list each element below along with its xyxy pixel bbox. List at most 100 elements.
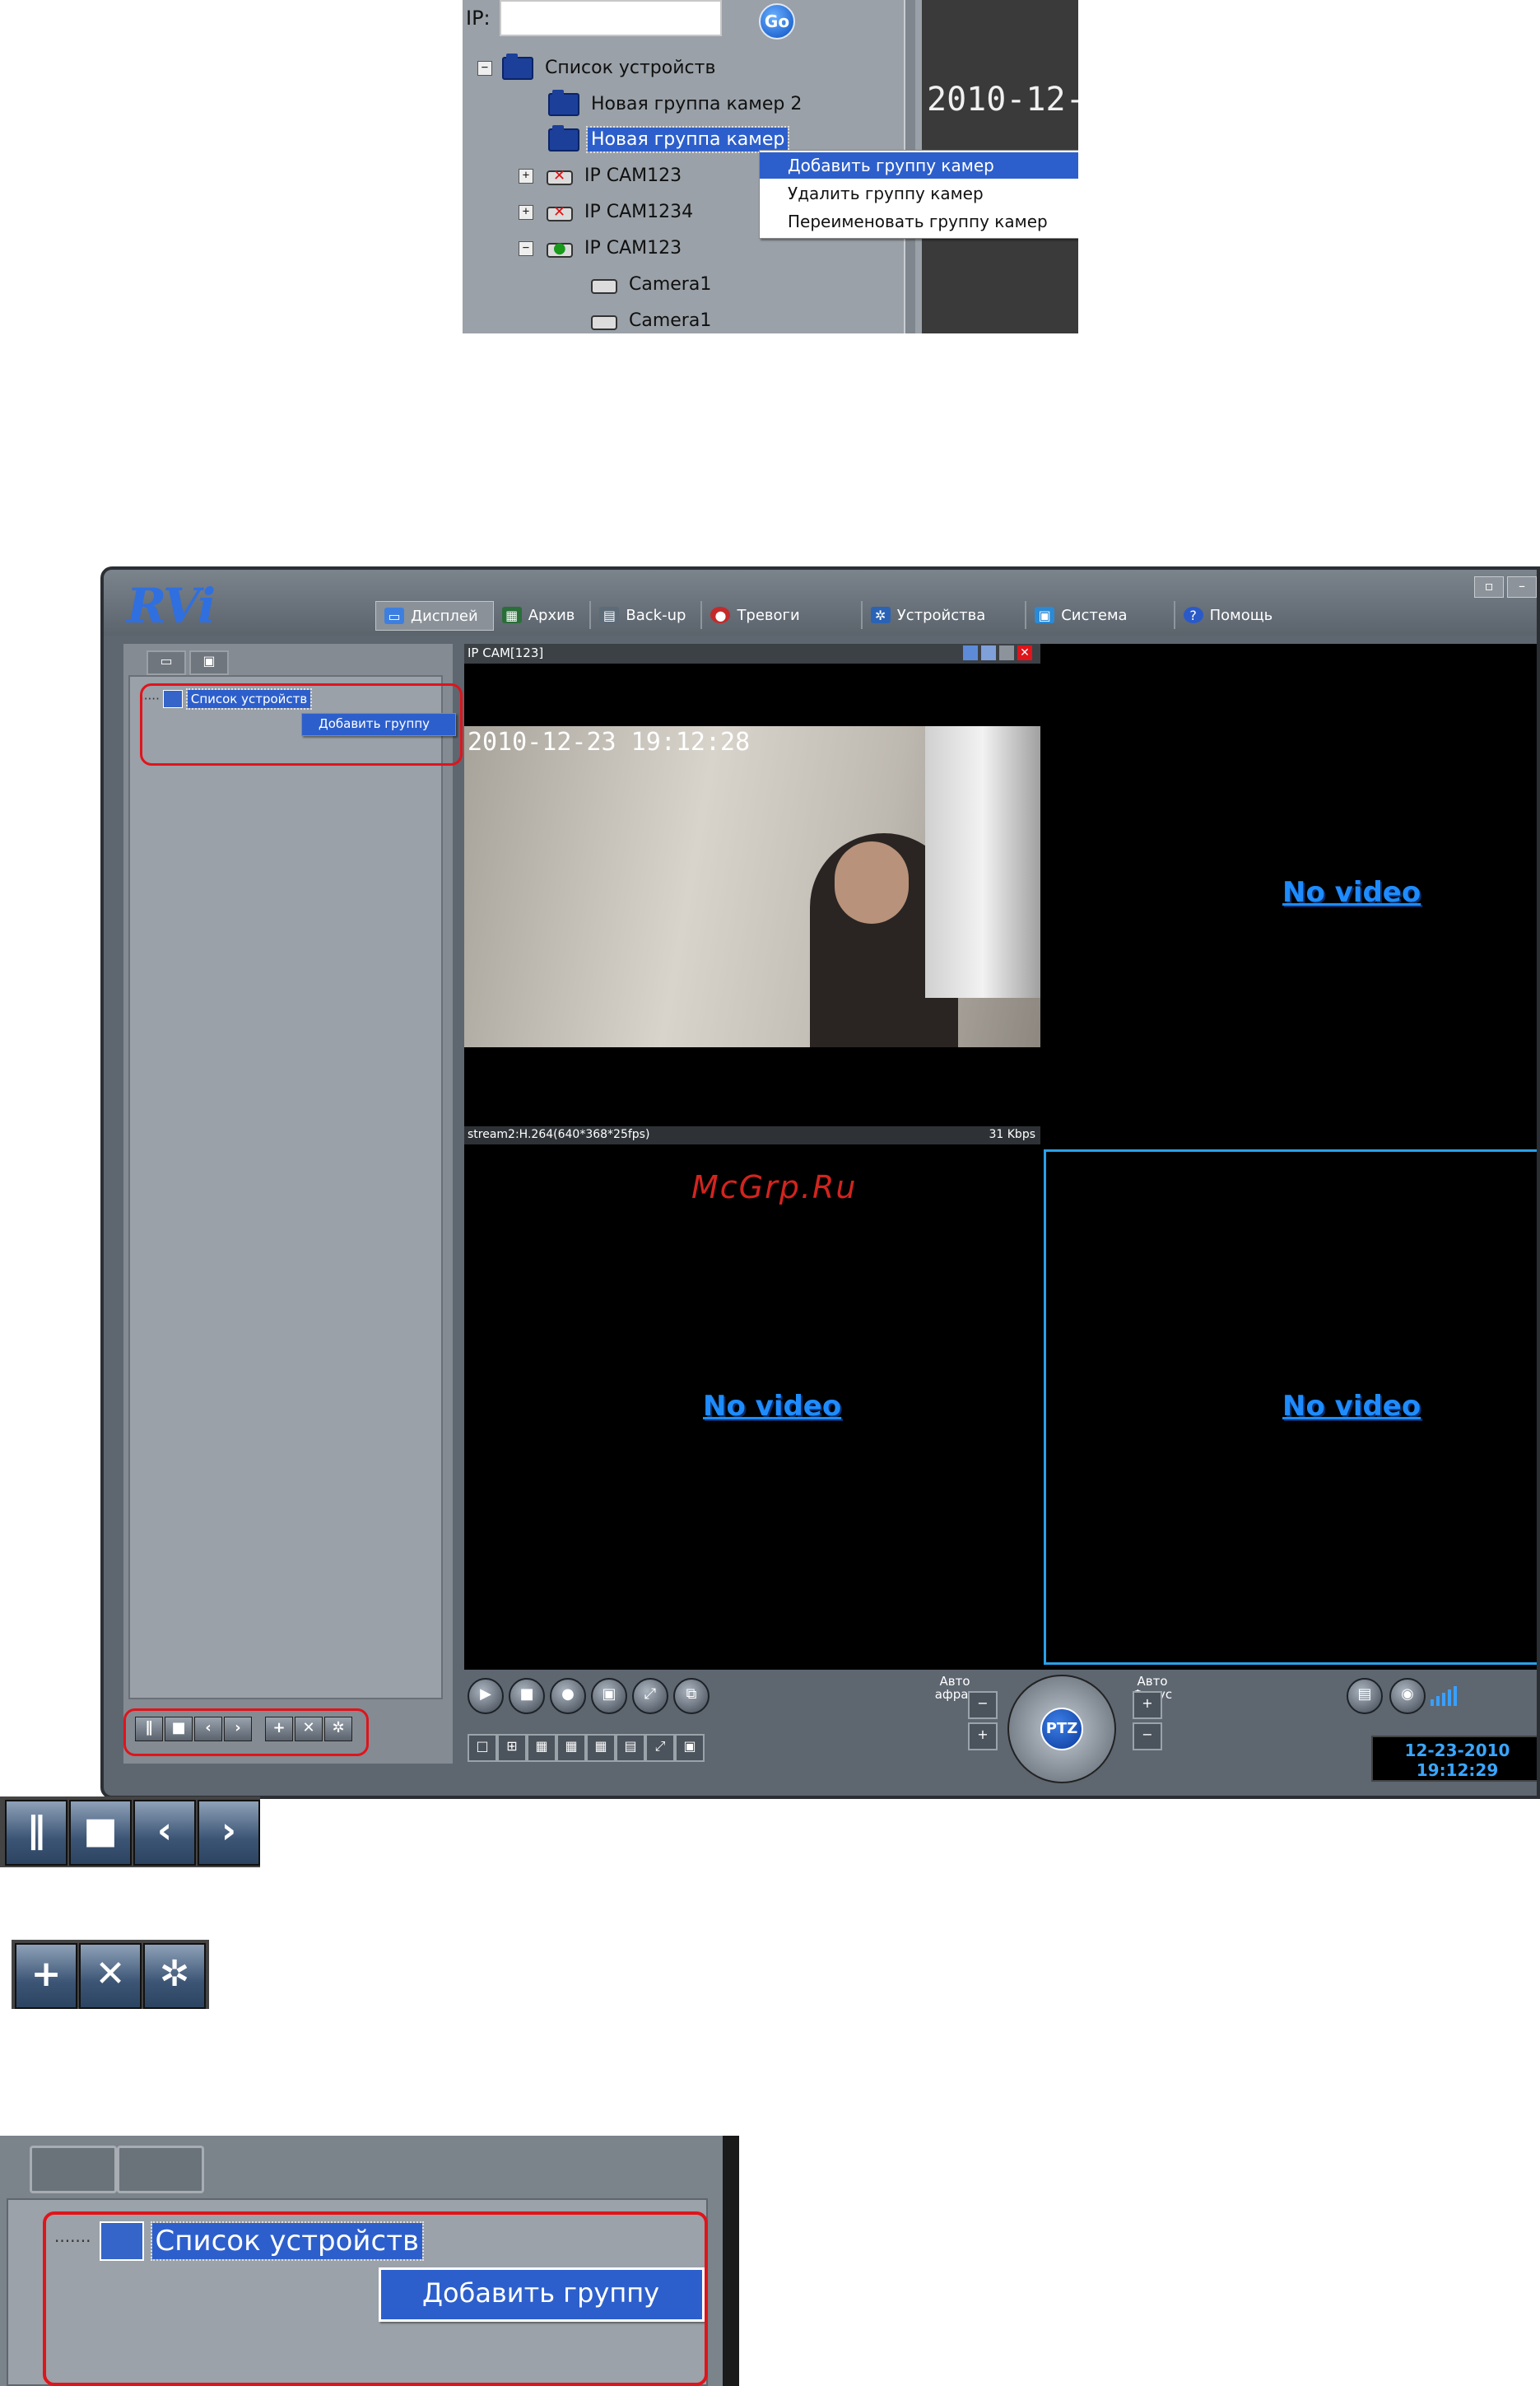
ip-label: IP: [466, 7, 491, 30]
snapshot-icon[interactable]: ▣ [591, 1678, 627, 1714]
minimize-icon[interactable]: – [1507, 576, 1537, 598]
alarm-icon: ● [710, 607, 731, 623]
pause-icon[interactable]: ∥ [5, 1800, 67, 1866]
menu-help[interactable]: ? Помощь [1175, 601, 1288, 629]
record-icon[interactable]: ● [550, 1678, 586, 1714]
iris-minus-icon[interactable]: − [968, 1691, 998, 1719]
layout-4-icon[interactable]: ⊞ [497, 1734, 527, 1762]
folder-icon [548, 124, 579, 151]
fullscreen-icon[interactable]: ⤢ [632, 1678, 668, 1714]
video-cell-2[interactable]: No video [1044, 644, 1537, 1146]
device-panel: ▭ ▣ ····· Список устройств Добавить груп… [123, 644, 463, 1764]
tree-item-camera1[interactable]: Camera1 [588, 273, 714, 296]
video-cell-1[interactable]: IP CAM[123] ✕ 2010-12-23 19:12:28 stream… [464, 644, 1040, 1146]
sequence-icon[interactable]: ⧉ [673, 1678, 710, 1714]
system-icon: ▣ [1035, 607, 1055, 623]
camera-image [464, 726, 1040, 1047]
next-icon[interactable]: › [198, 1800, 260, 1866]
settings-icon[interactable]: ✲ [143, 1943, 206, 2009]
ptz-button[interactable]: PTZ [1040, 1708, 1083, 1750]
volume-level-icon[interactable] [1431, 1685, 1457, 1706]
snapshot-icon[interactable] [981, 645, 996, 660]
layout-9-icon[interactable]: ▦ [556, 1734, 586, 1762]
camera-mount [925, 726, 1040, 998]
device-tree-screenshot: IP: Go − Список устройств Новая группа к… [463, 0, 1078, 333]
menu-item-add-group[interactable]: Добавить группу камер [760, 152, 1078, 179]
tree-item-label: Новая группа камер 2 [591, 94, 803, 114]
stop-icon[interactable]: ■ [509, 1678, 545, 1714]
monitor-tab-icon[interactable]: ▭ [147, 650, 186, 675]
person-face [835, 841, 909, 924]
focus-plus-icon[interactable]: + [1133, 1691, 1162, 1719]
tree-item-group-2[interactable]: Новая группа камер 2 [548, 89, 805, 116]
video-cell-4[interactable]: No video [1044, 1149, 1537, 1665]
go-button[interactable]: Go [759, 3, 795, 40]
main-menu: ▭ Дисплей ▦ Архив ▤ Back-up ● Тревоги ✲ … [375, 601, 1288, 631]
playback-buttons-zoom: ∥ ■ ‹ › [0, 1796, 260, 1867]
menu-system[interactable]: ▣ Система [1026, 601, 1175, 629]
expand-icon[interactable]: + [519, 204, 533, 220]
tree-item-camera1[interactable]: Camera1 [588, 309, 714, 333]
video-cell-3[interactable]: No video [464, 1149, 1040, 1660]
layout-full-icon[interactable]: ⤢ [645, 1734, 675, 1762]
focus-minus-icon[interactable]: − [1133, 1722, 1162, 1750]
osd-timestamp: 2010-12-23 19:12:28 [468, 728, 751, 757]
ip-input[interactable] [500, 0, 722, 36]
audio-device-icon[interactable]: ▤ [1347, 1678, 1383, 1714]
menu-archive[interactable]: ▦ Архив [494, 601, 592, 629]
menu-item-rename-group[interactable]: Переименовать группу камер [760, 208, 1078, 235]
sound-icon[interactable] [999, 645, 1014, 660]
tree-item-ipcam123-online[interactable]: − ● IP CAM123 [519, 236, 685, 260]
video-edge [723, 2136, 739, 2386]
tree-item-label: IP CAM123 [584, 238, 682, 259]
collapse-icon[interactable]: − [519, 240, 533, 256]
window-tab-icon[interactable]: ▣ [189, 650, 229, 675]
folder-icon [548, 89, 579, 116]
layout-6-icon[interactable]: ▦ [527, 1734, 556, 1762]
menu-alarms[interactable]: ● Тревоги [702, 601, 863, 629]
cell-controls: ✕ [963, 645, 1032, 660]
window-tab-icon[interactable] [117, 2146, 204, 2193]
stream-info: stream2:H.264(640*368*25fps) [468, 1128, 650, 1141]
add-icon[interactable]: + [15, 1943, 77, 2009]
camera-icon [588, 276, 619, 294]
layout-cycle-icon[interactable]: ▣ [675, 1734, 705, 1762]
folder-icon [502, 53, 533, 80]
prev-icon[interactable]: ‹ [133, 1800, 196, 1866]
tree-item-device-list[interactable]: − Список устройств [477, 53, 719, 80]
window-controls: ▫ – [1474, 576, 1537, 598]
layout-1-icon[interactable]: □ [468, 1734, 497, 1762]
volume-icon[interactable]: ◉ [1389, 1678, 1426, 1714]
clock-time: 19:12:29 [1416, 1760, 1499, 1780]
backup-icon: ▤ [599, 607, 620, 623]
expand-icon[interactable]: + [519, 168, 533, 184]
tree-item-ipcam123[interactable]: + ✕ IP CAM123 [519, 164, 685, 188]
menu-devices[interactable]: ✲ Устройства [863, 601, 1027, 629]
highlight-frame [140, 683, 463, 766]
device-tree-zoom: ······· Список устройств Добавить группу [0, 2136, 739, 2386]
monitor-tab-icon[interactable] [30, 2146, 117, 2193]
tree-item-label: Новая группа камер [585, 126, 790, 153]
restore-icon[interactable]: ▫ [1474, 576, 1504, 598]
close-icon[interactable]: ✕ [1017, 645, 1032, 660]
menu-display[interactable]: ▭ Дисплей [375, 601, 494, 631]
camera-title: IP CAM[123] [464, 644, 1040, 664]
tree-item-ipcam1234[interactable]: + ✕ IP CAM1234 [519, 200, 696, 224]
help-icon: ? [1183, 607, 1203, 623]
iris-plus-icon[interactable]: + [968, 1722, 998, 1750]
no-video-label: No video [1282, 1390, 1421, 1423]
stop-icon[interactable]: ■ [69, 1800, 132, 1866]
record-icon[interactable] [963, 645, 978, 660]
menu-backup[interactable]: ▤ Back-up [591, 601, 703, 629]
delete-icon[interactable]: ✕ [79, 1943, 142, 2009]
layout-16-icon[interactable]: ▦ [586, 1734, 616, 1762]
collapse-icon[interactable]: − [477, 60, 492, 76]
camera-online-icon: ● [543, 240, 575, 258]
tree-item-label: IP CAM123 [584, 165, 682, 186]
menu-item-delete-group[interactable]: Удалить группу камер [760, 180, 1078, 207]
ptz-control[interactable]: PTZ [1007, 1675, 1116, 1783]
layout-custom-icon[interactable]: ▤ [616, 1734, 645, 1762]
play-icon[interactable]: ▶ [468, 1678, 504, 1714]
edit-buttons-zoom: + ✕ ✲ [12, 1940, 209, 2009]
tree-item-group[interactable]: Новая группа камер [548, 124, 790, 153]
